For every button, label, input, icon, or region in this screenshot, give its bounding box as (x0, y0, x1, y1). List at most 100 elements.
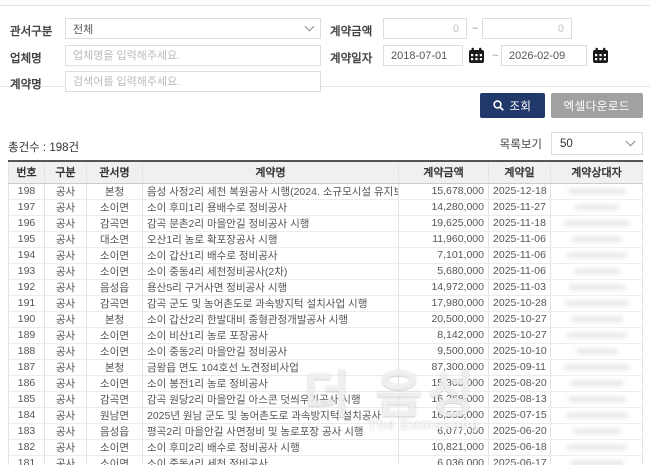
table-row[interactable]: 183 공사 음성읍 평곡2리 마을안길 사면정비 및 농로포장 공사 시행 6… (9, 423, 643, 439)
cell-date: 2025-11-18 (489, 215, 551, 231)
table-row[interactable]: 191 공사 감곡면 감곡 군도 및 농어촌도로 과속방지턱 설치사업 시행 1… (9, 295, 643, 311)
cell-office: 소이면 (87, 199, 143, 215)
calendar-icon[interactable] (468, 47, 485, 64)
cell-title[interactable]: 소이 중동4리 세천정비공사(2차) (143, 263, 399, 279)
cell-counterparty-redacted (551, 183, 643, 199)
excel-download-button[interactable]: 엑셀다운로드 (551, 93, 643, 118)
cell-category: 공사 (45, 247, 87, 263)
cell-office: 소이면 (87, 343, 143, 359)
cell-date: 2025-08-20 (489, 375, 551, 391)
table-row[interactable]: 195 공사 대소면 오산1리 농로 확포장공사 시행 11,960,000 2… (9, 231, 643, 247)
cell-office: 감곡면 (87, 215, 143, 231)
table-row[interactable]: 187 공사 본청 금왕읍 면도 104호선 노견정비사업 87,300,000… (9, 359, 643, 375)
col-header-date: 계약일 (489, 161, 551, 183)
cell-title[interactable]: 소이 후미1리 용배수로 정비공사 (143, 199, 399, 215)
cell-category: 공사 (45, 407, 87, 423)
cell-title[interactable]: 감곡 문촌2리 마을안길 정비공사 시행 (143, 215, 399, 231)
redaction-smudge (568, 397, 626, 402)
company-input[interactable] (65, 45, 321, 66)
table-row[interactable]: 193 공사 소이면 소이 중동4리 세천정비공사(2차) 5,680,000 … (9, 263, 643, 279)
table-row[interactable]: 184 공사 원남면 2025년 원남 군도 및 농어촌도로 과속방지턱 설치공… (9, 407, 643, 423)
redaction-smudge (574, 269, 620, 274)
cell-title[interactable]: 소이 봉전1리 농로 정비공사 (143, 375, 399, 391)
page-size-select[interactable]: 50 (551, 132, 643, 155)
company-label: 업체명 (10, 50, 42, 66)
col-header-title: 계약명 (143, 161, 399, 183)
office-type-select[interactable]: 전체 (65, 18, 321, 39)
cell-title[interactable]: 감곡 원당2리 마을안길 아스콘 덧씌우기공사 시행 (143, 391, 399, 407)
cell-amount: 7,101,000 (399, 247, 489, 263)
cell-date: 2025-08-13 (489, 391, 551, 407)
cell-no: 195 (9, 231, 45, 247)
cell-amount: 17,980,000 (399, 295, 489, 311)
table-row[interactable]: 181 공사 소이면 소이 중동4리 세천 정비공사 6,036,000 202… (9, 455, 643, 465)
table-row[interactable]: 196 공사 감곡면 감곡 문촌2리 마을안길 정비공사 시행 19,625,0… (9, 215, 643, 231)
cell-office: 감곡면 (87, 391, 143, 407)
cell-amount: 16,565,000 (399, 407, 489, 423)
cell-category: 공사 (45, 215, 87, 231)
col-header-amount: 계약금액 (399, 161, 489, 183)
page-size-label: 목록보기 (500, 136, 542, 152)
cell-amount: 14,972,000 (399, 279, 489, 295)
table-row[interactable]: 188 공사 소이면 소이 중동2리 마을안길 정비공사 9,500,000 2… (9, 343, 643, 359)
table-row[interactable]: 186 공사 소이면 소이 봉전1리 농로 정비공사 15,360,000 20… (9, 375, 643, 391)
cell-counterparty-redacted (551, 423, 643, 439)
cell-office: 소이면 (87, 375, 143, 391)
cell-title[interactable]: 소이 갑산1리 배수로 정비공사 (143, 247, 399, 263)
cell-title[interactable]: 소이 비산1리 농로 포장공사 (143, 327, 399, 343)
amount-from-input[interactable] (383, 18, 467, 39)
cell-amount: 5,680,000 (399, 263, 489, 279)
cell-category: 공사 (45, 343, 87, 359)
cell-title[interactable]: 감곡 군도 및 농어촌도로 과속방지턱 설치사업 시행 (143, 295, 399, 311)
cell-date: 2025-11-27 (489, 199, 551, 215)
cell-title[interactable]: 소이 중동4리 세천 정비공사 (143, 455, 399, 465)
cell-category: 공사 (45, 183, 87, 199)
col-header-category: 구분 (45, 161, 87, 183)
table-row[interactable]: 198 공사 본청 음성 사정2리 세천 복원공사 시행(2024. 소규모시설… (9, 183, 643, 199)
cell-office: 감곡면 (87, 295, 143, 311)
cell-category: 공사 (45, 279, 87, 295)
cell-counterparty-redacted (551, 311, 643, 327)
cell-title[interactable]: 용산5리 구거사면 정비공사 시행 (143, 279, 399, 295)
date-to-input[interactable] (501, 45, 587, 66)
cell-title[interactable]: 2025년 원남 군도 및 농어촌도로 과속방지턱 설치공사 (143, 407, 399, 423)
search-form: 관서구분 전체 업체명 계약명 계약금액 ~ 계약일자 ~ (0, 5, 650, 87)
contract-name-input[interactable] (65, 71, 321, 92)
cell-date: 2025-11-03 (489, 279, 551, 295)
cell-category: 공사 (45, 263, 87, 279)
cell-category: 공사 (45, 359, 87, 375)
table-row[interactable]: 190 공사 본청 소이 갑산2리 한발대비 중형관정개발공사 시행 20,50… (9, 311, 643, 327)
amount-to-input[interactable] (482, 18, 572, 39)
amount-label: 계약금액 (330, 23, 372, 39)
search-button-label: 조회 (509, 98, 531, 114)
date-from-input[interactable] (383, 45, 463, 66)
cell-no: 186 (9, 375, 45, 391)
search-button[interactable]: 조회 (480, 93, 544, 118)
cell-counterparty-redacted (551, 359, 643, 375)
table-row[interactable]: 194 공사 소이면 소이 갑산1리 배수로 정비공사 7,101,000 20… (9, 247, 643, 263)
calendar-icon[interactable] (592, 47, 609, 64)
table-row[interactable]: 185 공사 감곡면 감곡 원당2리 마을안길 아스콘 덧씌우기공사 시행 16… (9, 391, 643, 407)
cell-title[interactable]: 오산1리 농로 확포장공사 시행 (143, 231, 399, 247)
redaction-smudge (567, 253, 627, 258)
col-header-no: 번호 (9, 161, 45, 183)
redaction-smudge (576, 349, 618, 354)
cell-date: 2025-11-06 (489, 231, 551, 247)
cell-title[interactable]: 소이 갑산2리 한발대비 중형관정개발공사 시행 (143, 311, 399, 327)
cell-amount: 87,300,000 (399, 359, 489, 375)
cell-no: 187 (9, 359, 45, 375)
cell-title[interactable]: 소이 중동2리 마을안길 정비공사 (143, 343, 399, 359)
cell-title[interactable]: 금왕읍 면도 104호선 노견정비사업 (143, 359, 399, 375)
date-range-separator: ~ (492, 50, 498, 62)
table-row[interactable]: 197 공사 소이면 소이 후미1리 용배수로 정비공사 14,280,000 … (9, 199, 643, 215)
cell-category: 공사 (45, 295, 87, 311)
table-row[interactable]: 189 공사 소이면 소이 비산1리 농로 포장공사 8,142,000 202… (9, 327, 643, 343)
cell-title[interactable]: 평곡2리 마을안길 사면정비 및 농로포장 공사 시행 (143, 423, 399, 439)
redaction-smudge (567, 333, 627, 338)
cell-date: 2025-10-10 (489, 343, 551, 359)
table-row[interactable]: 182 공사 소이면 소이 후미2리 배수로 정비공사 시행 10,821,00… (9, 439, 643, 455)
cell-title[interactable]: 음성 사정2리 세천 복원공사 시행(2024. 소규모시설 유지보수비) (143, 183, 399, 199)
contract-list-page: 관서구분 전체 업체명 계약명 계약금액 ~ 계약일자 ~ 조회 (0, 0, 650, 465)
cell-title[interactable]: 소이 후미2리 배수로 정비공사 시행 (143, 439, 399, 455)
table-row[interactable]: 192 공사 음성읍 용산5리 구거사면 정비공사 시행 14,972,000 … (9, 279, 643, 295)
